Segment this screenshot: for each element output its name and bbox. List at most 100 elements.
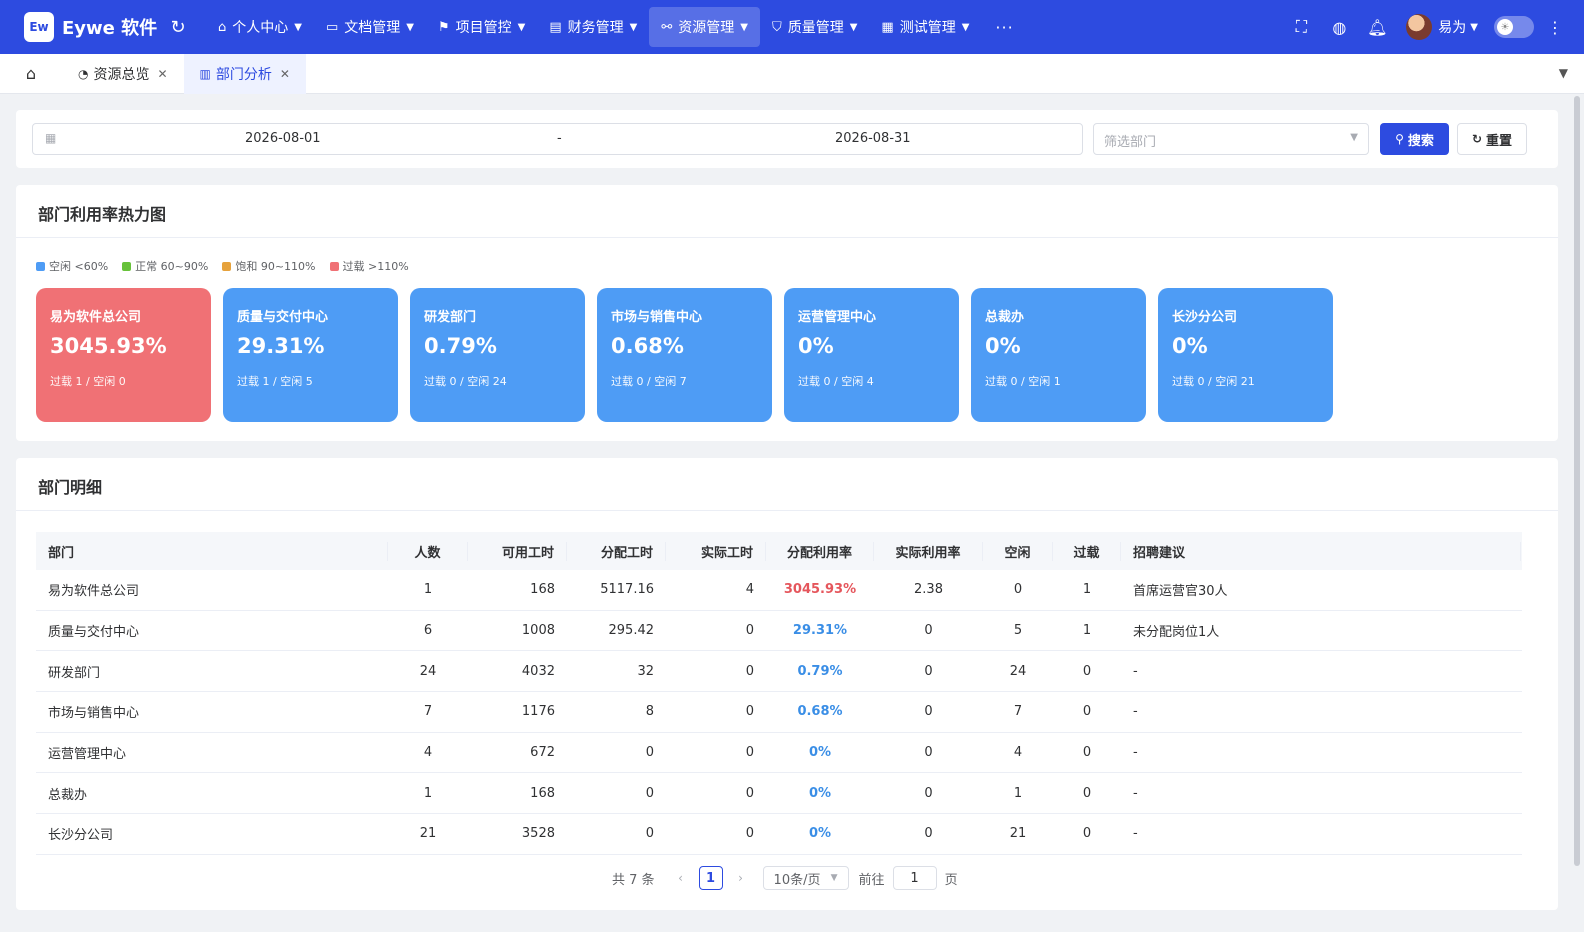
nav-item-3[interactable]: ▤ 财务管理 ▼ [537,7,649,47]
table-row[interactable]: 易为软件总公司 1 168 5117.16 4 3045.93% 2.38 0 1 首席运营官30… [36,570,1522,611]
table-row[interactable]: 市场与销售中心 7 1176 8 0 0.68% 0 7 0 - [36,692,1522,733]
table-cell: 首席运营官30人 [1133,584,1228,600]
pagination: 共 7 条 ‹ 1 › 10条/页 ▼ 前往 1 页 [612,866,958,890]
chevron-left-icon[interactable]: ‹ [671,871,691,885]
divider [16,510,1558,511]
table-cell: 0 [1013,582,1023,598]
tile-department-name: 市场与销售中心 [611,310,703,325]
nav-item-4[interactable]: ⚯ 资源管理 ▼ [649,7,760,47]
pagination-total: 共 7 条 [612,872,655,888]
nav-item-label: 资源管理 [678,20,735,36]
table-cell: 4 [1013,745,1023,761]
table-cell: 7 [1013,704,1023,720]
heatmap-tile[interactable]: 总裁办 0% 过载 0 / 空闲 1 [971,288,1146,422]
table-row[interactable]: 长沙分公司 21 3528 0 0 0% 0 21 0 - [36,814,1522,855]
table-body: 易为软件总公司 1 168 5117.16 4 3045.93% 2.38 0 1 首席运营官30… [36,570,1522,855]
table-cell: 0 [1082,745,1092,761]
table-cell: 5 [1013,623,1023,639]
table-cell: 21 [1009,826,1027,842]
table-cell: 295.42 [608,623,655,639]
end-date[interactable]: 2026-08-31 [835,131,911,146]
nav-item-icon: ▭ [325,19,339,35]
nav-item-6[interactable]: ▦ 测试管理 ▼ [869,7,981,47]
theme-toggle[interactable]: ☀ [1494,16,1534,38]
nav-item-2[interactable]: ⚑ 项目管控 ▼ [426,7,537,47]
heatmap-tile[interactable]: 市场与销售中心 0.68% 过载 0 / 空闲 7 [597,288,772,422]
column-header: 过载 [1053,541,1121,561]
legend-item: 过载 >110% [329,258,409,274]
nav-more-icon[interactable]: ··· [981,7,1027,47]
table-row[interactable]: 研发部门 24 4032 32 0 0.79% 0 24 0 - [36,651,1522,693]
user-avatar[interactable] [1406,14,1433,40]
nav-item-icon: ⚑ [437,19,450,35]
search-button[interactable]: ⚲ 搜索 [1380,123,1449,155]
heatmap-tile[interactable]: 研发部门 0.79% 过载 0 / 空闲 24 [410,288,585,422]
date-range-picker[interactable]: ▦ 2026-08-01 - 2026-08-31 [32,123,1083,155]
chevron-down-icon: ▼ [1350,132,1358,143]
table-cell: 0 [745,623,754,639]
nav-item-0[interactable]: ⌂ 个人中心 ▼ [206,7,314,47]
open-tabs: ◔ 资源总览 ✕ ▥ 部门分析 ✕ [62,53,306,94]
refresh-icon: ↻ [1471,132,1483,146]
table-cell: 0 [924,623,933,639]
page-number-current[interactable]: 1 [698,866,723,890]
close-icon[interactable]: ✕ [280,67,290,81]
heatmap-tile[interactable]: 运营管理中心 0% 过载 0 / 空闲 4 [784,288,959,422]
page-size-select[interactable]: 10条/页 ▼ [762,866,849,890]
more-vertical-icon[interactable]: ⋮ [1540,18,1570,37]
table-cell: 1 [1013,785,1023,801]
table-cell: 0 [645,785,654,801]
chevron-down-icon: ▼ [406,21,414,33]
refresh-icon[interactable]: ↻ [160,17,196,38]
table-cell: 0 [924,745,933,761]
goto-page-input[interactable]: 1 [892,866,937,890]
heatmap-legend: 空闲 <60% 正常 60~90% 饱和 90~110% 过载 >110% [36,258,423,274]
tab-label: 资源总览 [93,66,150,83]
tile-summary: 过载 1 / 空闲 0 [50,375,126,388]
table-cell: 0 [924,704,933,720]
tab-1[interactable]: ▥ 部门分析 ✕ [183,53,306,94]
nav-item-label: 个人中心 [232,20,289,36]
nav-item-label: 测试管理 [899,20,956,36]
page-scrollbar[interactable] [1574,96,1580,866]
chevron-right-icon[interactable]: › [731,871,751,885]
home-icon[interactable]: ⌂ [0,54,62,94]
nav-item-icon: ⛉ [771,19,782,35]
table-cell: 未分配岗位1人 [1133,625,1220,641]
nav-item-5[interactable]: ⛉ 质量管理 ▼ [760,7,869,47]
table-row[interactable]: 质量与交付中心 6 1008 295.42 0 29.31% 0 5 1 未分配岗位1人 [36,611,1522,652]
legend-swatch [36,261,45,271]
notification-bell-icon[interactable]: 🔔︎ [1358,18,1396,37]
start-date[interactable]: 2026-08-01 [245,131,321,146]
table-cell: 32 [637,663,654,679]
table-cell: 0 [924,785,933,801]
table-row[interactable]: 运营管理中心 4 672 0 0 0% 0 4 0 - [36,733,1522,774]
table-cell: 0% [808,745,832,761]
nav-item-1[interactable]: ▭ 文档管理 ▼ [314,7,426,47]
fullscreen-icon[interactable]: ⛶ [1282,17,1320,37]
heatmap-tile[interactable]: 易为软件总公司 3045.93% 过载 1 / 空闲 0 [36,288,211,422]
heatmap-tiles: 易为软件总公司 3045.93% 过载 1 / 空闲 0 质量与交付中心 29.31% 过… [36,288,1345,422]
goto-label: 前往 [858,872,885,888]
department-select[interactable]: 筛选部门 ▼ [1093,123,1369,155]
chevron-down-icon[interactable]: ▼ [1559,66,1568,80]
heatmap-tile[interactable]: 长沙分公司 0% 过载 0 / 空闲 21 [1158,288,1333,422]
table-cell: 研发部门 [48,665,101,681]
table-row[interactable]: 总裁办 1 168 0 0 0% 0 1 0 - [36,773,1522,815]
chevron-down-icon[interactable]: ▼ [1470,22,1478,33]
department-select-placeholder: 筛选部门 [1104,135,1157,150]
brand[interactable]: Ew Eywe 软件 [0,12,160,42]
reset-button[interactable]: ↻ 重置 [1457,123,1527,155]
top-navbar: Ew Eywe 软件 ↻ ⌂ 个人中心 ▼ ▭ 文档管理 ▼ ⚑ 项目管控 ▼ ▤ 财务管理 ▼ ⚯ 资源… [0,0,1584,54]
user-name[interactable]: 易为 [1438,17,1466,37]
tile-utilization-value: 29.31% [237,334,325,358]
tab-0[interactable]: ◔ 资源总览 ✕ [62,54,184,94]
close-icon[interactable]: ✕ [157,67,167,81]
tile-summary: 过载 1 / 空闲 5 [237,375,313,388]
table-cell: 0 [745,745,754,761]
language-globe-icon[interactable]: ◍ [1320,18,1358,37]
tile-department-name: 运营管理中心 [798,310,877,325]
heatmap-tile[interactable]: 质量与交付中心 29.31% 过载 1 / 空闲 5 [223,288,398,422]
heatmap-card: 部门利用率热力图 空闲 <60% 正常 60~90% 饱和 90~110% 过载 >1… [16,185,1558,441]
table-cell: 21 [419,826,437,842]
